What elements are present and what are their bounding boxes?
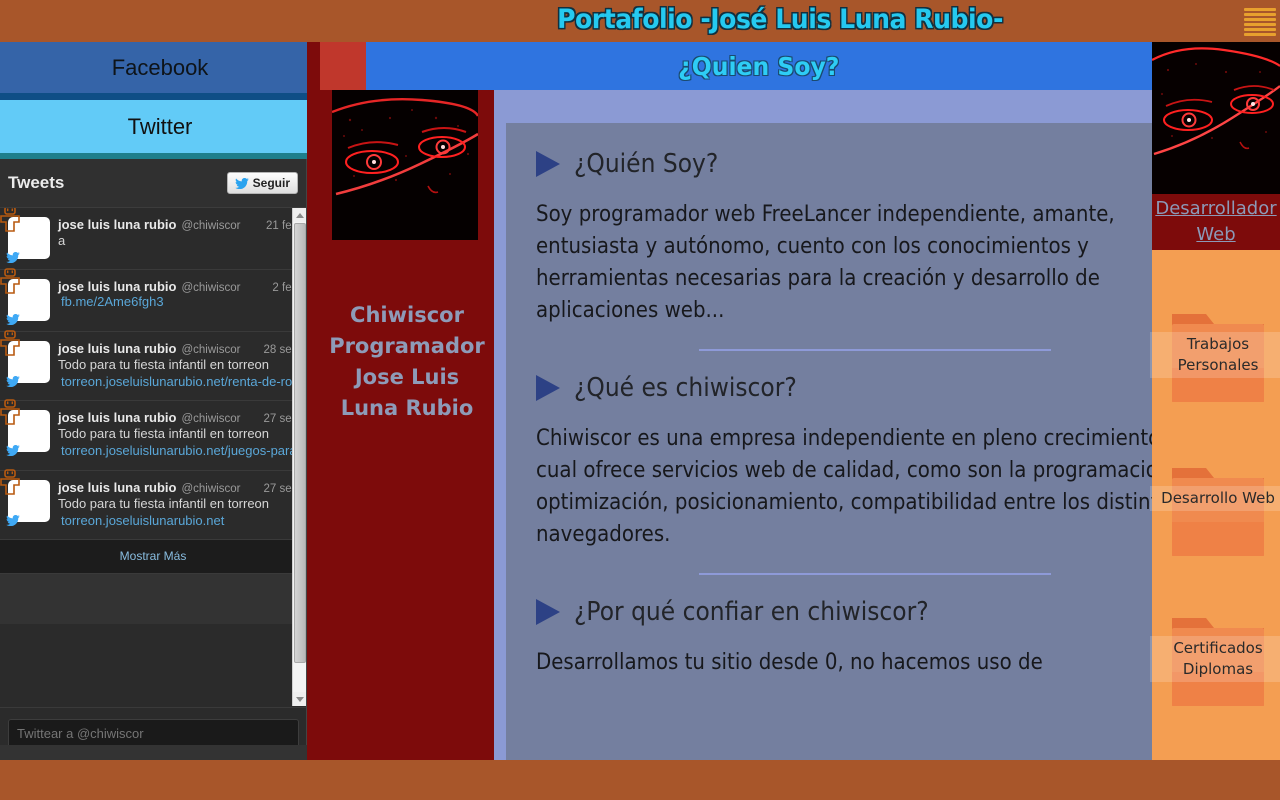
profile-column: Chiwiscor Programador Jose Luis Luna Rub… [320, 90, 494, 760]
tweet-text: Todo para tu fiesta infantil en torreon [58, 357, 270, 372]
tweet-text: a [58, 233, 66, 248]
folder-item-trabajos-personales[interactable]: Trabajos Personales [1150, 306, 1280, 406]
content-section: ¿Por qué confiar en chiwiscor? Desarroll… [536, 597, 1214, 679]
tweet-stream: jose luis luna rubio @chiwiscor 21 feb a [0, 208, 306, 706]
twitter-widget-header: Tweets Seguir [0, 159, 306, 208]
folder-item-desarrollo-web[interactable]: Desarrollo Web [1150, 460, 1280, 560]
facebook-divider [0, 93, 320, 100]
hamburger-icon[interactable] [1244, 6, 1276, 38]
sidebar-photo [1152, 42, 1280, 194]
avatar [0, 268, 50, 326]
twitter-widget: Tweets Seguir jose luis luna rubio @chiw… [0, 159, 307, 759]
twitter-button[interactable]: Twitter [0, 100, 320, 153]
twitter-badge-icon [6, 250, 20, 264]
tweet-text: Todo para tu fiesta infantil en torreon [58, 495, 270, 511]
page-title: Portafolio -José Luis Luna Rubio- [557, 4, 1003, 35]
tweet-handle[interactable]: @chiwiscor [181, 483, 240, 495]
section-heading: ¿Por qué confiar en chiwiscor? [574, 597, 929, 627]
tweet-link[interactable]: torreon.joseluislunarubio.net/juegos-par… [58, 443, 298, 459]
tweet-author[interactable]: jose luis luna rubio [58, 217, 176, 232]
tweet-item[interactable]: jose luis luna rubio @chiwiscor 27 sep T… [0, 468, 306, 540]
profile-photo [332, 90, 478, 240]
twitter-follow-button[interactable]: Seguir [226, 172, 298, 194]
right-sidebar: Desarrollador Web Trabajos Personales De… [1150, 42, 1280, 760]
twitter-label: Twitter [127, 113, 193, 139]
tweet-author[interactable]: jose luis luna rubio [58, 480, 176, 495]
show-more-label: Mostrar Más [119, 549, 187, 564]
sidebar-title-band[interactable]: Desarrollador Web [1152, 194, 1280, 250]
twitter-badge-icon [6, 312, 20, 326]
section-divider [698, 349, 1052, 351]
tweet-item[interactable]: jose luis luna rubio @chiwiscor 21 feb a [0, 208, 306, 270]
tweet-link[interactable]: fb.me/2Ame6fgh3 [58, 294, 298, 310]
twitter-follow-label: Seguir [252, 176, 290, 190]
nav-red-block [320, 42, 366, 90]
content-card: ¿Quién Soy? Soy programador web FreeLanc… [506, 123, 1244, 760]
profile-name: Chiwiscor Programador Jose Luis Luna Rub… [329, 303, 485, 420]
left-base-strip [0, 745, 307, 760]
facebook-button[interactable]: Facebook [0, 42, 320, 93]
content-section: ¿Qué es chiwiscor? Chiwiscor es una empr… [536, 373, 1214, 575]
twitter-widget-title: Tweets [8, 173, 65, 192]
facebook-label: Facebook [111, 54, 209, 80]
avatar [0, 399, 50, 457]
section-header: ¿Quién Soy? [536, 149, 1214, 179]
tweet-handle[interactable]: @chiwiscor [181, 413, 240, 425]
scrollbar-thumb[interactable] [294, 223, 306, 663]
section-divider [698, 573, 1052, 575]
chevron-up-icon [296, 212, 304, 218]
avatar [0, 330, 50, 388]
folder-item-certificados-diplomas[interactable]: Certificados Diplomas [1150, 610, 1280, 710]
app-root: ¿Quien Soy? Chiwiscor Programador Jose L… [0, 0, 1280, 800]
tweet-author[interactable]: jose luis luna rubio [58, 410, 176, 425]
tweet-handle[interactable]: @chiwiscor [181, 282, 240, 294]
tweet-handle[interactable]: @chiwiscor [181, 344, 240, 356]
section-body: Chiwiscor es una empresa independiente e… [536, 426, 1191, 547]
tweet-item[interactable]: jose luis luna rubio @chiwiscor 2 feb fb… [0, 268, 306, 332]
avatar [0, 468, 50, 526]
chevron-down-icon [296, 696, 304, 702]
twitter-badge-icon [6, 443, 20, 457]
avatar [0, 208, 50, 264]
folder-label: Trabajos Personales [1150, 332, 1280, 378]
page-body: ¿Quien Soy? Chiwiscor Programador Jose L… [320, 42, 1280, 760]
folder-label: Desarrollo Web [1150, 486, 1280, 511]
tweet-text: Todo para tu fiesta infantil en torreon [58, 426, 270, 442]
section-heading: ¿Qué es chiwiscor? [574, 373, 797, 403]
show-more-button[interactable]: Mostrar Más [0, 539, 306, 574]
scroll-down-button[interactable] [293, 692, 306, 706]
folder-label: Certificados Diplomas [1150, 636, 1280, 682]
tweet-author[interactable]: jose luis luna rubio [58, 279, 176, 294]
tweet-link[interactable]: torreon.joseluislunarubio.net [58, 513, 298, 529]
section-header: ¿Por qué confiar en chiwiscor? [536, 597, 1214, 627]
twitter-badge-icon [6, 513, 20, 526]
left-sidebar: Contacto Facebook Twitter Tweets Seguir [0, 0, 320, 800]
stream-spacer [0, 573, 306, 624]
scroll-up-button[interactable] [293, 208, 306, 222]
sidebar-title: Desarrollador Web [1155, 198, 1277, 245]
tweet-item[interactable]: jose luis luna rubio @chiwiscor 27 sep T… [0, 399, 306, 471]
twitter-bird-icon [234, 177, 249, 189]
section-nav-bar[interactable]: ¿Quien Soy? [366, 42, 1152, 90]
triangle-play-icon [536, 599, 560, 625]
triangle-play-icon [536, 151, 560, 177]
section-body: Desarrollamos tu sitio desde 0, no hacem… [536, 650, 1043, 675]
tweet-compose-input[interactable] [8, 718, 299, 749]
section-header: ¿Qué es chiwiscor? [536, 373, 1214, 403]
current-section-title: ¿Quien Soy? [678, 51, 840, 81]
tweet-author[interactable]: jose luis luna rubio [58, 341, 176, 356]
top-bar: Portafolio -José Luis Luna Rubio- [0, 0, 1280, 42]
triangle-play-icon [536, 375, 560, 401]
twitter-badge-icon [6, 374, 20, 388]
section-heading: ¿Quién Soy? [574, 149, 719, 179]
content-section: ¿Quién Soy? Soy programador web FreeLanc… [536, 149, 1214, 351]
tweet-stream-scrollbar[interactable] [292, 208, 306, 706]
left-red-strip [307, 42, 320, 760]
bottom-bar [0, 760, 1280, 800]
tweet-item[interactable]: jose luis luna rubio @chiwiscor 28 sep T… [0, 330, 306, 402]
section-body: Soy programador web FreeLancer independi… [536, 202, 1115, 323]
tweet-handle[interactable]: @chiwiscor [181, 220, 240, 232]
tweet-link[interactable]: torreon.joseluislunarubio.net/renta-de-r… [58, 374, 298, 390]
